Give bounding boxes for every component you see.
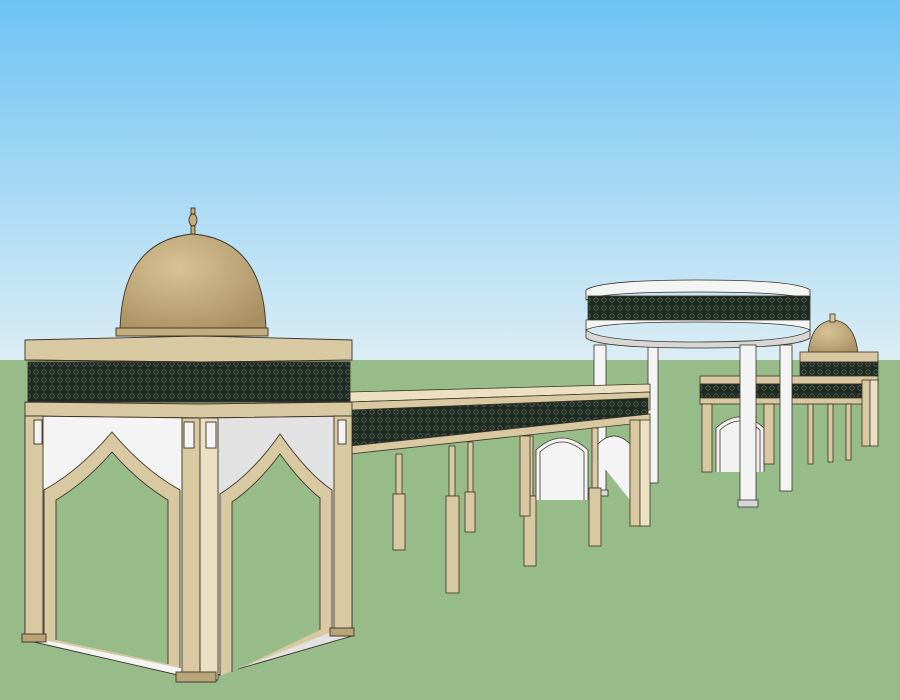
column	[779, 344, 793, 492]
architectural-scene	[0, 0, 900, 700]
column	[739, 344, 757, 506]
lattice-frieze	[27, 361, 351, 403]
